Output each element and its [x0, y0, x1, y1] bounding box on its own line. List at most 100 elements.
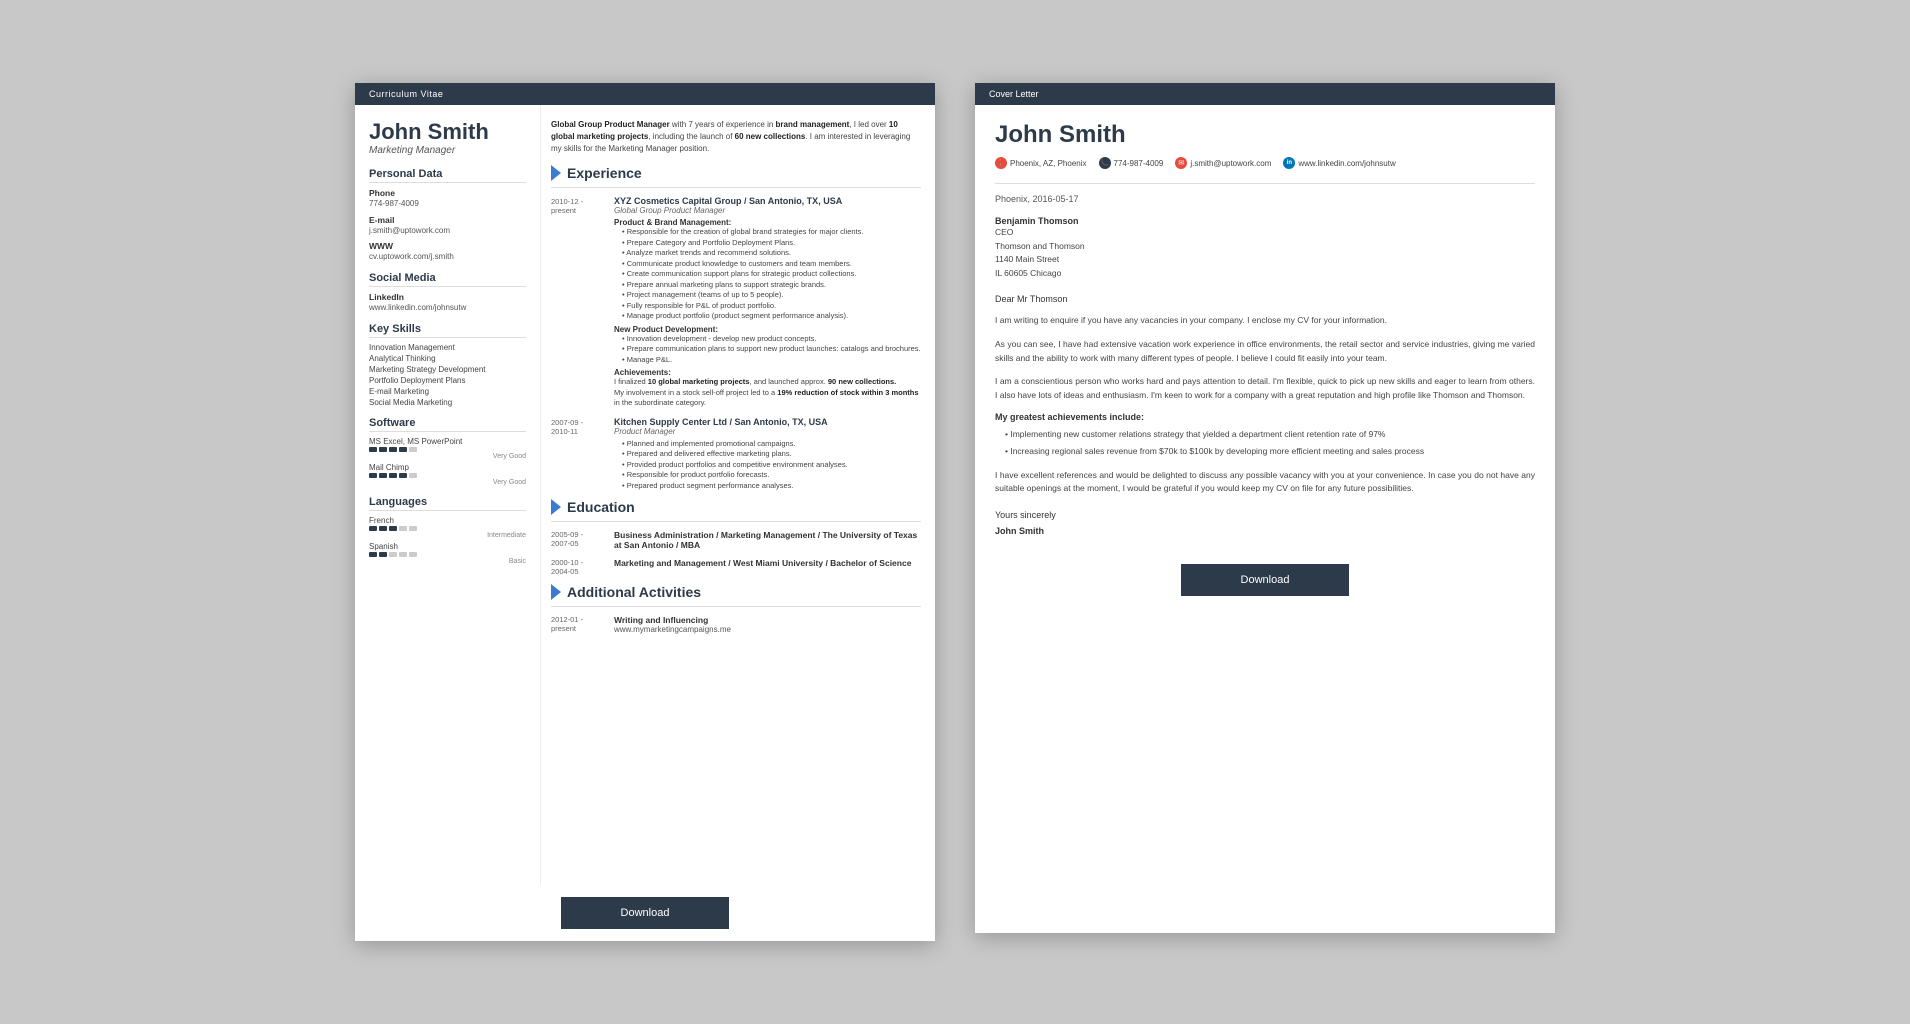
cl-header-bar: Cover Letter: [975, 83, 1555, 105]
education-entry: 2000-10 -2004-05 Marketing and Managemen…: [551, 558, 921, 576]
cl-greeting: Dear Mr Thomson: [995, 294, 1535, 304]
key-skills-heading: Key Skills: [369, 323, 526, 338]
activities-title: Additional Activities: [567, 584, 701, 600]
www-label: WWW: [369, 241, 526, 251]
edu-date: 2000-10 -2004-05: [551, 558, 606, 576]
software-item: MS Excel, MS PowerPoint: [369, 437, 526, 446]
cl-email-text: j.smith@uptowork.com: [1190, 159, 1271, 168]
rating-label: Basic: [369, 558, 526, 565]
exp-bullet: • Fully responsible for P&L of product p…: [614, 301, 921, 312]
exp-company: XYZ Cosmetics Capital Group / San Antoni…: [614, 196, 921, 206]
linkedin-value: www.linkedin.com/johnsutw: [369, 302, 526, 313]
exp-date: 2010-12 -present: [551, 196, 606, 409]
rating-label: Intermediate: [369, 532, 526, 539]
cl-download-button[interactable]: Download: [1181, 564, 1350, 596]
cv-main: Global Group Product Manager with 7 year…: [540, 105, 935, 885]
cl-paragraph-3: I am a conscientious person who works ha…: [995, 375, 1535, 402]
edu-degree-title: Marketing and Management / West Miami Un…: [614, 558, 921, 568]
email-value: j.smith@uptowork.com: [369, 225, 526, 236]
cl-phone-text: 774-987-4009: [1114, 159, 1164, 168]
experience-entry: 2007-09 -2010-11 Kitchen Supply Center L…: [551, 417, 921, 492]
rating-label: Very Good: [369, 453, 526, 460]
personal-data-heading: Personal Data: [369, 168, 526, 183]
cl-contact-phone: 📞 774-987-4009: [1099, 157, 1164, 169]
cl-closing-paragraph: I have excellent references and would be…: [995, 469, 1535, 496]
cl-recipient: Benjamin Thomson CEO Thomson and Thomson…: [995, 216, 1535, 280]
exp-content: Kitchen Supply Center Ltd / San Antonio,…: [614, 417, 921, 492]
software-heading: Software: [369, 417, 526, 432]
cv-footer: Download: [355, 885, 935, 941]
cl-contact-linkedin: in www.linkedin.com/johnsutw: [1283, 157, 1395, 169]
cl-date: Phoenix, 2016-05-17: [995, 194, 1535, 204]
cl-recipient-city: IL 60605 Chicago: [995, 267, 1535, 281]
phone-label: Phone: [369, 188, 526, 198]
exp-bullet: • Communicate product knowledge to custo…: [614, 259, 921, 270]
edu-degree-title: Business Administration / Marketing Mana…: [614, 530, 921, 550]
cl-contact-email: ✉ j.smith@uptowork.com: [1175, 157, 1271, 169]
cv-name: John Smith: [369, 119, 526, 145]
experience-entry: 2010-12 -present XYZ Cosmetics Capital G…: [551, 196, 921, 409]
linkedin-icon: in: [1283, 157, 1295, 169]
cv-header-bar: Curriculum Vitae: [355, 83, 935, 105]
education-entry: 2005-09 -2007-05 Business Administration…: [551, 530, 921, 550]
languages-list: French Intermediate Spanish Basic: [369, 516, 526, 565]
activity-entry: 2012-01 -present Writing and Influencing…: [551, 615, 921, 634]
cl-paragraph-2: As you can see, I have had extensive vac…: [995, 338, 1535, 365]
lang-item: Spanish: [369, 542, 526, 551]
rating-bar: [369, 447, 526, 452]
act-title: Writing and Influencing: [614, 615, 921, 625]
activities-section-header: Additional Activities: [551, 584, 921, 600]
www-value: cv.uptowork.com/j.smith: [369, 251, 526, 262]
edu-content: Business Administration / Marketing Mana…: [614, 530, 921, 550]
cl-achievement-item: • Implementing new customer relations st…: [995, 428, 1535, 442]
cl-name: John Smith: [995, 121, 1535, 149]
cl-document: Cover Letter John Smith 📍 Phoenix, AZ, P…: [975, 83, 1555, 933]
exp-date: 2007-09 -2010-11: [551, 417, 606, 492]
exp-subsection: Achievements:: [614, 368, 921, 377]
rating-bar: [369, 552, 526, 557]
rating-bar: [369, 526, 526, 531]
exp-bullet: • Prepare communication plans to support…: [614, 344, 921, 355]
education-section-header: Education: [551, 499, 921, 515]
rating-label: Very Good: [369, 479, 526, 486]
exp-bullet: • Responsible for the creation of global…: [614, 227, 921, 238]
linkedin-label: LinkedIn: [369, 292, 526, 302]
exp-subsection: Product & Brand Management:: [614, 218, 921, 227]
languages-heading: Languages: [369, 496, 526, 511]
cl-achievements-title: My greatest achievements include:: [995, 412, 1535, 422]
cl-contact-location: 📍 Phoenix, AZ, Phoenix: [995, 157, 1087, 169]
exp-bullet: • Project management (teams of up to 5 p…: [614, 290, 921, 301]
phone-value: 774-987-4009: [369, 198, 526, 209]
cv-download-button[interactable]: Download: [561, 897, 730, 929]
phone-icon: 📞: [1099, 157, 1111, 169]
cl-achievement-item: • Increasing regional sales revenue from…: [995, 445, 1535, 459]
experience-arrow-icon: [551, 165, 561, 181]
skill-item: E-mail Marketing: [369, 387, 526, 396]
cl-header-label: Cover Letter: [989, 89, 1039, 99]
exp-bullet: • Prepared and delivered effective marke…: [614, 449, 921, 460]
exp-job-title: Global Group Product Manager: [614, 206, 921, 215]
cl-recipient-title: CEO: [995, 226, 1535, 240]
documents-container: Curriculum Vitae John Smith Marketing Ma…: [355, 83, 1555, 941]
social-media-heading: Social Media: [369, 272, 526, 287]
cl-location-text: Phoenix, AZ, Phoenix: [1010, 159, 1087, 168]
act-date: 2012-01 -present: [551, 615, 606, 634]
software-list: MS Excel, MS PowerPoint Very Good Mail C…: [369, 437, 526, 486]
exp-bullet: • Manage product portfolio (product segm…: [614, 311, 921, 322]
act-content: Writing and Influencing www.mymarketingc…: [614, 615, 921, 634]
skill-item: Portfolio Deployment Plans: [369, 376, 526, 385]
exp-bullet: • Responsible for product portfolio fore…: [614, 470, 921, 481]
experience-title: Experience: [567, 165, 642, 181]
exp-bullet: • Prepare annual marketing plans to supp…: [614, 280, 921, 291]
exp-content: XYZ Cosmetics Capital Group / San Antoni…: [614, 196, 921, 409]
cl-recipient-name: Benjamin Thomson: [995, 216, 1535, 226]
cv-job-title: Marketing Manager: [369, 145, 526, 156]
skills-list: Innovation Management Analytical Thinkin…: [369, 343, 526, 407]
cv-header-label: Curriculum Vitae: [369, 89, 443, 99]
exp-bullet: • Analyze market trends and recommend so…: [614, 248, 921, 259]
exp-job-title: Product Manager: [614, 427, 921, 436]
experience-section-header: Experience: [551, 165, 921, 181]
lang-item: French: [369, 516, 526, 525]
skill-item: Analytical Thinking: [369, 354, 526, 363]
rating-bar: [369, 473, 526, 478]
